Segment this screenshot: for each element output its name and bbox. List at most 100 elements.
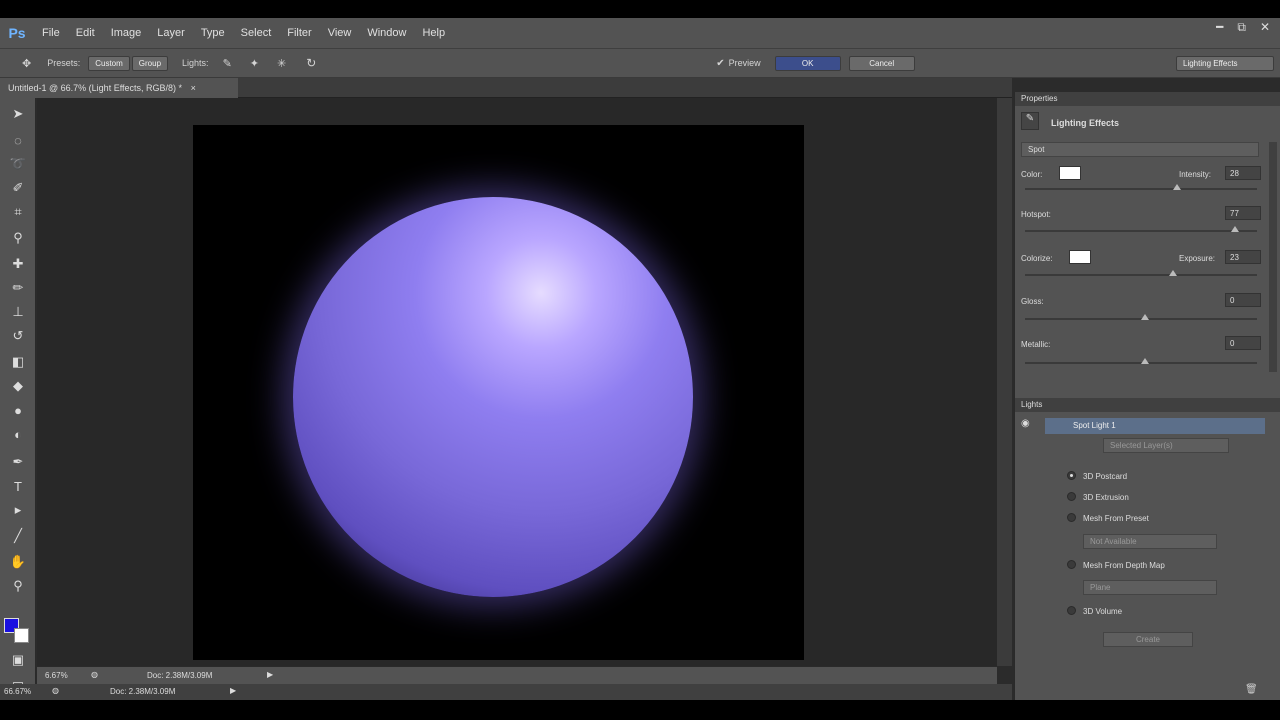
clone-stamp-icon[interactable]: ⊥	[8, 302, 28, 322]
hotspot-field[interactable]: 77	[1225, 206, 1261, 220]
metallic-slider-thumb[interactable]	[1141, 358, 1149, 364]
move-tool-icon[interactable]: ✥	[22, 57, 31, 70]
lit-sphere-image	[293, 197, 693, 597]
layer-dropdown[interactable]: Selected Layer(s)	[1103, 438, 1229, 453]
close-tab-icon[interactable]: ×	[191, 83, 196, 93]
background-color-swatch[interactable]	[14, 628, 29, 643]
exposure-field[interactable]: 23	[1225, 250, 1261, 264]
volume-radio[interactable]	[1067, 606, 1076, 615]
extrusion-radio[interactable]	[1067, 492, 1076, 501]
preview-checkbox[interactable]: ✔	[716, 58, 724, 69]
infinite-light-icon[interactable]: ✳	[277, 57, 286, 70]
intensity-field[interactable]: 28	[1225, 166, 1261, 180]
mesh-depth-radio[interactable]	[1067, 560, 1076, 569]
eyedropper-icon[interactable]: ⚲	[8, 228, 28, 248]
minimize-icon[interactable]: ━	[1216, 20, 1223, 35]
letterbox-top	[0, 0, 1280, 18]
exposure-slider-thumb[interactable]	[1168, 270, 1177, 276]
pen-tool-icon[interactable]: ✒	[8, 452, 28, 472]
blur-tool-icon[interactable]: ●	[8, 400, 28, 420]
line-tool-icon[interactable]: ╱	[8, 526, 28, 546]
path-select-icon[interactable]: ▸	[8, 500, 28, 520]
intensity-slider[interactable]	[1025, 184, 1257, 190]
close-icon[interactable]: ✕	[1260, 20, 1270, 35]
spot-light-icon[interactable]: ✎	[223, 57, 232, 70]
move-tool-icon[interactable]: ➤	[8, 104, 28, 124]
menu-type[interactable]: Type	[193, 27, 233, 39]
workspace-dropdown[interactable]: Lighting Effects	[1176, 55, 1274, 71]
postcard-radio[interactable]	[1067, 471, 1076, 480]
properties-header[interactable]: Properties	[1015, 92, 1280, 106]
brush-tool-icon[interactable]: ✏	[8, 278, 28, 298]
document-canvas[interactable]	[193, 125, 804, 660]
zoom-level-bottom[interactable]: 66.67%	[4, 687, 31, 696]
menu-file[interactable]: File	[34, 27, 68, 39]
group-dropdown[interactable]: Group	[131, 55, 169, 71]
visibility-eye-icon[interactable]: ◉	[1021, 418, 1030, 429]
depth-map-dropdown[interactable]: Plane	[1083, 580, 1217, 595]
restore-icon[interactable]: ⧉	[1237, 20, 1246, 35]
hotspot-slider-thumb[interactable]	[1231, 226, 1240, 232]
properties-scrollbar[interactable]	[1269, 142, 1277, 372]
canvas-scrollbar[interactable]	[997, 98, 1012, 666]
hotspot-slider[interactable]	[1025, 226, 1257, 232]
option-3d-postcard[interactable]: 3D Postcard	[1083, 472, 1127, 481]
status-arrow-icon[interactable]: ▶	[267, 670, 273, 679]
option-mesh-from-preset[interactable]: Mesh From Preset	[1083, 514, 1149, 523]
menu-filter[interactable]: Filter	[279, 27, 319, 39]
menu-image[interactable]: Image	[103, 27, 150, 39]
options-bar: ✥ Presets: Custom Group Lights: ✎ ✦ ✳ ↻ …	[0, 48, 1280, 78]
menu-view[interactable]: View	[320, 27, 360, 39]
presets-dropdown[interactable]: Custom	[88, 55, 130, 71]
light-color-swatch[interactable]	[1059, 166, 1081, 180]
healing-brush-icon[interactable]: ✚	[8, 254, 28, 274]
marquee-tool-icon[interactable]: ◌	[8, 130, 28, 150]
dodge-tool-icon[interactable]: ◐	[8, 424, 28, 444]
cancel-button[interactable]: Cancel	[848, 55, 915, 71]
type-tool-icon[interactable]: T	[8, 476, 28, 496]
option-3d-extrusion[interactable]: 3D Extrusion	[1083, 493, 1129, 502]
exposure-slider[interactable]	[1025, 270, 1257, 276]
menu-help[interactable]: Help	[414, 27, 453, 39]
light-list-item[interactable]: Spot Light 1	[1045, 418, 1265, 434]
status-arrow-icon[interactable]: ▶	[230, 686, 236, 695]
menu-edit[interactable]: Edit	[68, 27, 103, 39]
metallic-field[interactable]: 0	[1225, 336, 1261, 350]
colorize-swatch[interactable]	[1069, 250, 1091, 264]
delete-icon[interactable]: 🗑	[1245, 684, 1258, 695]
zoom-level[interactable]: 6.67%	[45, 671, 68, 680]
gloss-field[interactable]: 0	[1225, 293, 1261, 307]
gloss-slider-thumb[interactable]	[1141, 314, 1149, 320]
eraser-icon[interactable]: ◧	[8, 352, 28, 372]
menu-select[interactable]: Select	[233, 27, 280, 39]
option-mesh-from-depth-map[interactable]: Mesh From Depth Map	[1083, 561, 1165, 570]
status-icon: ◍	[52, 686, 59, 695]
ok-button[interactable]: OK	[774, 55, 841, 71]
create-button[interactable]: Create	[1103, 632, 1193, 647]
paint-bucket-icon[interactable]: ◆	[8, 376, 28, 396]
reset-icon[interactable]: ↻	[306, 56, 316, 70]
zoom-tool-icon[interactable]: ⚲	[8, 576, 28, 596]
point-light-icon[interactable]: ✦	[250, 57, 259, 70]
document-tab[interactable]: Untitled-1 @ 66.7% (Light Effects, RGB/8…	[0, 78, 238, 98]
metallic-slider[interactable]	[1025, 358, 1257, 364]
metallic-label: Metallic:	[1021, 340, 1051, 349]
properties-title: Lighting Effects	[1051, 118, 1119, 128]
menu-window[interactable]: Window	[359, 27, 414, 39]
gloss-slider[interactable]	[1025, 314, 1257, 320]
menu-layer[interactable]: Layer	[149, 27, 193, 39]
crop-tool-icon[interactable]: ⌗	[8, 202, 28, 222]
option-3d-volume[interactable]: 3D Volume	[1083, 607, 1122, 616]
lasso-tool-icon[interactable]: ➰	[8, 154, 28, 174]
quick-select-icon[interactable]: ✐	[8, 178, 28, 198]
preset-dropdown[interactable]: Not Available	[1083, 534, 1217, 549]
photoshop-window: Ps File Edit Image Layer Type Select Fil…	[0, 0, 1280, 720]
hand-tool-icon[interactable]: ✋	[8, 552, 28, 572]
lights-header[interactable]: Lights	[1015, 398, 1280, 412]
quick-mask-icon[interactable]: ▣	[8, 650, 28, 670]
history-brush-icon[interactable]: ↺	[8, 326, 28, 346]
light-type-dropdown[interactable]: Spot	[1021, 142, 1259, 157]
intensity-slider-thumb[interactable]	[1173, 184, 1182, 190]
mesh-preset-radio[interactable]	[1067, 513, 1076, 522]
ps-logo: Ps	[8, 25, 26, 41]
